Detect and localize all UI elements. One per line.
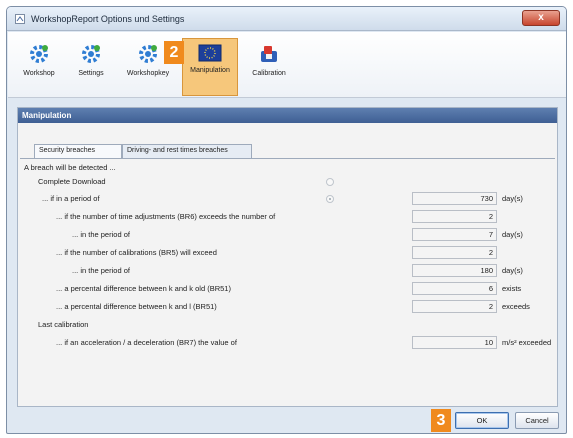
step-badge-2: 2 [164,41,184,64]
calibrations-period-unit: day(s) [502,266,523,275]
gear-icon [139,45,157,63]
time-adjust-period-unit: day(s) [502,230,523,239]
period-label: ... if in a period of [42,194,100,203]
complete-download-label: Complete Download [38,177,106,186]
k-l-unit: exceeds [502,302,530,311]
step-badge-3: 3 [431,409,451,432]
time-adjustments-input[interactable]: 2 [412,210,497,223]
manipulation-panel: Manipulation Security breaches Driving- … [17,107,558,407]
time-adjust-period-input[interactable]: 7 [412,228,497,241]
tab-content: A breach will be detected ... Complete D… [20,158,555,405]
cancel-button[interactable]: Cancel [515,412,559,429]
tab-driving-rest-breaches[interactable]: Driving- and rest times breaches [122,144,252,158]
toolbar: Workshop Settings Workshopkey Manipulati… [8,32,566,98]
k-k-old-input[interactable]: 6 [412,282,497,295]
calibration-icon [261,46,277,62]
time-adjustments-label: ... if the number of time adjustments (B… [56,212,276,221]
panel-title: Manipulation [18,108,557,123]
k-k-old-label: ... a percental difference between k and… [56,284,231,293]
toolbar-label: Settings [78,70,104,77]
acceleration-label: ... if an acceleration / a deceleration … [56,338,237,347]
k-k-old-unit: exists [502,284,522,293]
last-calibration-heading: Last calibration [38,320,89,329]
calibrations-input[interactable]: 2 [412,246,497,259]
gear-icon [30,45,48,63]
time-adjust-period-label: ... in the period of [72,230,130,239]
tab-security-breaches[interactable]: Security breaches [34,144,122,158]
period-input[interactable]: 730 [412,192,497,205]
toolbar-label: Workshopkey [126,70,170,77]
period-unit: day(s) [502,194,523,203]
toolbar-item-manipulation[interactable]: Manipulation [182,38,238,96]
gear-icon [82,45,100,63]
window-title: WorkshopReport Options und Settings [31,14,185,24]
toolbar-label: Calibration [252,70,286,77]
acceleration-unit: m/s² exceeded [502,338,552,347]
intro-text: A breach will be detected ... [24,163,116,172]
options-window: WorkshopReport Options und Settings x Wo… [6,6,567,434]
toolbar-label: Manipulation [190,67,230,74]
k-l-input[interactable]: 2 [412,300,497,313]
app-icon [15,14,25,24]
period-radio[interactable] [326,195,334,203]
complete-download-radio[interactable] [326,178,334,186]
calibrations-period-label: ... in the period of [72,266,130,275]
calibrations-period-input[interactable]: 180 [412,264,497,277]
ok-button[interactable]: OK [455,412,509,429]
calibrations-label: ... if the number of calibrations (BR5) … [56,248,217,257]
toolbar-item-workshop[interactable]: Workshop [14,38,64,96]
close-button[interactable]: x [522,10,560,26]
title-bar: WorkshopReport Options und Settings x [7,7,566,31]
toolbar-item-settings[interactable]: Settings [66,38,116,96]
acceleration-input[interactable]: 10 [412,336,497,349]
k-l-label: ... a percental difference between k and… [56,302,217,311]
eu-flag-icon [198,44,222,62]
toolbar-label: Workshop [23,70,55,77]
toolbar-item-calibration[interactable]: Calibration [242,38,296,96]
